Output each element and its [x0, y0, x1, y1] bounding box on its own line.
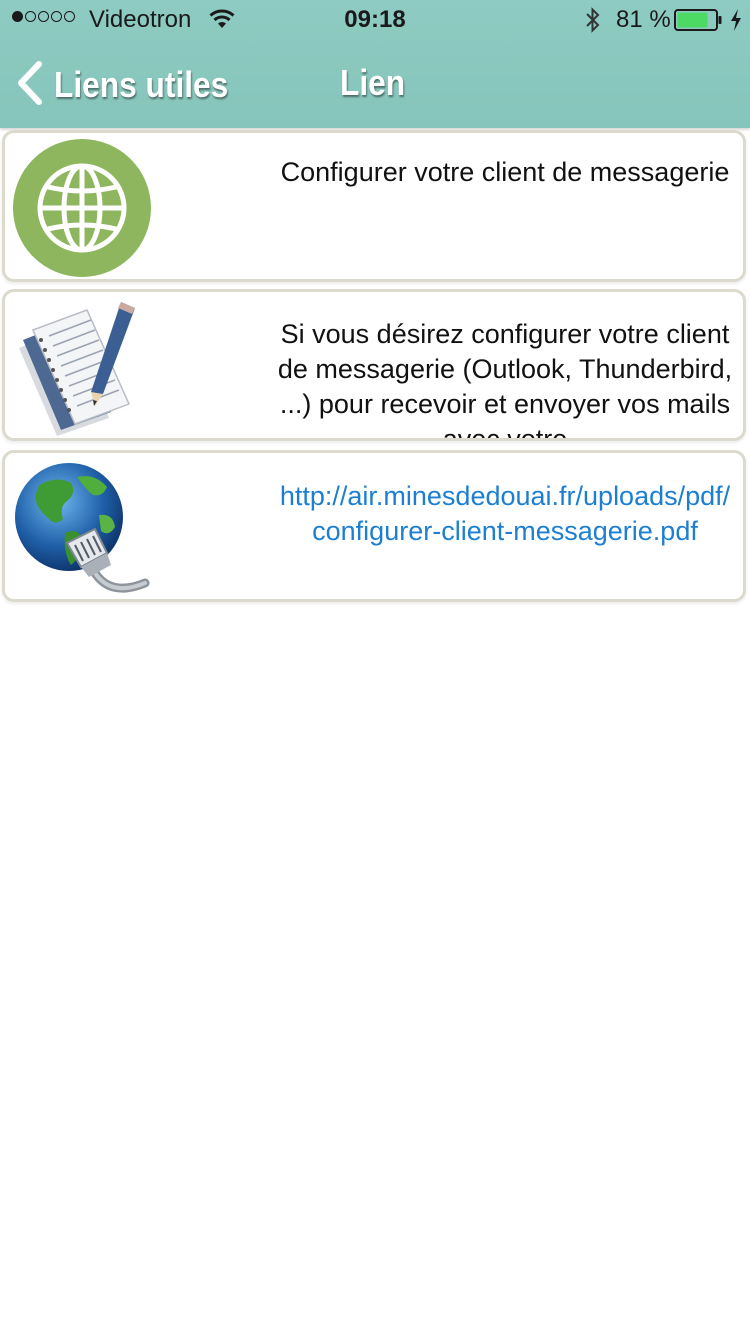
- battery-percentage: 81 %: [616, 6, 671, 33]
- list-item-description: Si vous désirez configurer votre client …: [2, 289, 746, 441]
- header: Videotron 09:18 81 % Liens utiles Lien: [0, 0, 750, 128]
- battery-fill: [677, 12, 708, 28]
- status-bar: Videotron 09:18 81 %: [0, 0, 750, 40]
- back-button[interactable]: Liens utiles: [14, 60, 252, 110]
- bluetooth-icon: [585, 7, 601, 40]
- back-label: Liens utiles: [54, 64, 229, 105]
- link-url[interactable]: http://air.minesdedouai.fr/uploads/pdf/c…: [267, 479, 743, 549]
- chevron-left-icon: [14, 60, 44, 111]
- network-globe-icon: [11, 457, 153, 599]
- page-title: Lien: [340, 62, 406, 103]
- document-pencil-icon: [11, 296, 153, 438]
- link-title: Configurer votre client de messagerie: [280, 157, 730, 187]
- link-description: Si vous désirez configurer votre client …: [277, 319, 733, 441]
- navigation-bar: Liens utiles Lien: [0, 40, 750, 128]
- globe-icon: [11, 137, 153, 279]
- charging-icon: [729, 8, 743, 39]
- list-item-url[interactable]: http://air.minesdedouai.fr/uploads/pdf/c…: [2, 450, 746, 602]
- battery-icon: [674, 9, 724, 38]
- list-item-title: Configurer votre client de messagerie: [2, 130, 746, 282]
